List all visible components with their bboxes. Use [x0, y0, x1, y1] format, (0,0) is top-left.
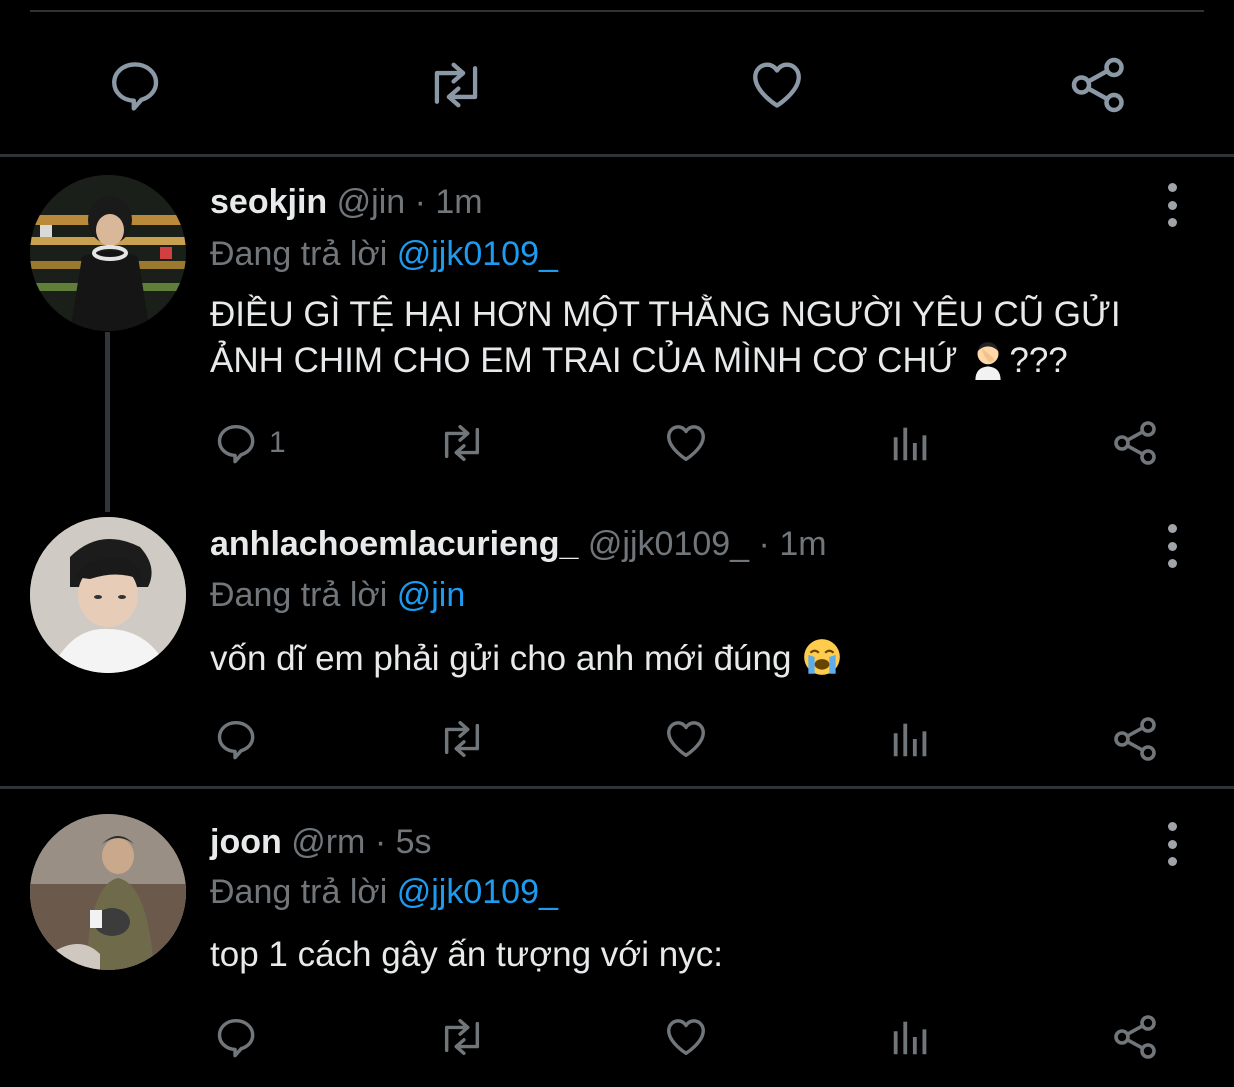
retweet-icon	[444, 1018, 480, 1056]
more-options-button[interactable]	[1160, 524, 1184, 568]
tweet-text-line: ĐIỀU GÌ TỆ HẠI HƠN MỘT THẰNG NGƯỜI YÊU C…	[210, 295, 1121, 334]
meta-dot: ·	[374, 823, 387, 861]
share-button[interactable]	[1112, 1012, 1160, 1062]
retweet-button[interactable]	[436, 418, 488, 468]
share-button[interactable]	[1112, 418, 1160, 468]
timestamp[interactable]: 1m	[435, 183, 482, 221]
reply-icon	[217, 720, 255, 760]
avatar-anhlachoemlacurieng[interactable]	[30, 517, 186, 673]
heart-icon	[667, 1019, 705, 1056]
author-handle[interactable]: @jjk0109_	[588, 525, 749, 563]
share-icon	[1071, 57, 1124, 113]
retweet-icon	[444, 424, 480, 462]
tweet-action-bar: 1	[0, 418, 1234, 468]
author-name[interactable]: anhlachoemlacurieng_	[210, 525, 578, 563]
reply-icon	[217, 1018, 255, 1058]
tweet-action-bar	[0, 1012, 1234, 1062]
more-options-button[interactable]	[1160, 822, 1184, 866]
replying-to: Đang trả lời @jjk0109_	[210, 872, 558, 912]
like-button[interactable]	[662, 418, 710, 468]
reply-button[interactable]	[213, 714, 259, 764]
tweet-text-segment: vốn dĩ em phải gửi cho anh mới đúng	[210, 639, 792, 678]
divider	[0, 154, 1234, 157]
tweet-header: anhlachoemlacurieng_ @jjk0109_ · 1m	[210, 524, 827, 564]
reply-button[interactable]: 1	[213, 418, 286, 468]
replying-to-label: Đang trả lời	[210, 235, 388, 273]
analytics-icon	[893, 1021, 927, 1055]
author-name[interactable]: seokjin	[210, 183, 327, 221]
replying-to: Đang trả lời @jjk0109_	[210, 234, 558, 274]
analytics-button[interactable]	[888, 714, 934, 764]
avatar-seokjin-image	[30, 175, 186, 331]
top-divider	[30, 10, 1204, 12]
avatar-anhlachoemlacurieng-image	[30, 517, 186, 673]
tweet-text-segment: ẢNH CHIM CHO EM TRAI CỦA MÌNH CƠ CHỨ	[210, 341, 958, 380]
heart-icon	[753, 62, 801, 108]
replying-to-label: Đang trả lời	[210, 576, 388, 614]
analytics-icon	[893, 723, 927, 757]
tweet-text: top 1 cách gây ấn tượng với nyc:	[210, 932, 1170, 978]
mention-link[interactable]: @jin	[397, 576, 466, 614]
avatar-joon-image	[30, 814, 186, 970]
retweet-button[interactable]	[436, 714, 488, 764]
share-icon	[1114, 421, 1156, 465]
avatar-joon[interactable]	[30, 814, 186, 970]
like-button[interactable]	[662, 1012, 710, 1062]
tweet-text: ĐIỀU GÌ TỆ HẠI HƠN MỘT THẰNG NGƯỜI YÊU C…	[210, 292, 1170, 384]
share-icon	[1114, 1015, 1156, 1059]
reply-icon	[112, 62, 159, 111]
share-button[interactable]	[1112, 714, 1160, 764]
heart-icon	[667, 721, 705, 758]
mention-link[interactable]: @jjk0109_	[397, 873, 558, 911]
retweet-icon	[444, 720, 480, 758]
retweet-icon	[434, 62, 478, 108]
analytics-button[interactable]	[888, 1012, 934, 1062]
tweet-header: joon @rm · 5s	[210, 822, 432, 862]
timestamp[interactable]: 5s	[396, 823, 432, 861]
share-button[interactable]	[1068, 54, 1130, 116]
loudly-crying-emoji	[804, 639, 841, 675]
timestamp[interactable]: 1m	[779, 525, 826, 563]
replying-to: Đang trả lời @jin	[210, 575, 465, 615]
analytics-button[interactable]	[888, 418, 934, 468]
avatar-seokjin[interactable]	[30, 175, 186, 331]
replying-to-label: Đang trả lời	[210, 873, 388, 911]
main-tweet-action-bar	[0, 40, 1234, 130]
tweet-text-segment: ???	[1009, 341, 1068, 380]
meta-dot: ·	[758, 525, 770, 563]
author-name[interactable]: joon	[210, 823, 282, 861]
tweet-header: seokjin @jin · 1m	[210, 182, 483, 222]
reply-button[interactable]	[104, 54, 166, 116]
tweet-action-bar	[0, 714, 1234, 764]
author-handle[interactable]: @rm	[291, 823, 365, 861]
author-handle[interactable]: @jin	[337, 183, 406, 221]
like-button[interactable]	[746, 54, 808, 116]
heart-icon	[667, 425, 705, 462]
tweet-text-segment: top 1 cách gây ấn tượng với nyc:	[210, 935, 723, 974]
like-button[interactable]	[662, 714, 710, 764]
reply-button[interactable]	[213, 1012, 259, 1062]
share-icon	[1114, 717, 1156, 761]
reply-count: 1	[269, 426, 286, 459]
divider	[0, 786, 1234, 789]
tweet-text-line: ẢNH CHIM CHO EM TRAI CỦA MÌNH CƠ CHỨ ???	[210, 338, 1170, 384]
mention-link[interactable]: @jjk0109_	[397, 235, 558, 273]
facepalm-emoji	[975, 342, 1001, 380]
analytics-icon	[893, 427, 927, 461]
tweet-text: vốn dĩ em phải gửi cho anh mới đúng	[210, 636, 1170, 682]
reply-icon	[217, 424, 255, 464]
meta-dot: ·	[414, 183, 426, 221]
retweet-button[interactable]	[425, 54, 487, 116]
more-options-button[interactable]	[1160, 183, 1184, 227]
retweet-button[interactable]	[436, 1012, 488, 1062]
